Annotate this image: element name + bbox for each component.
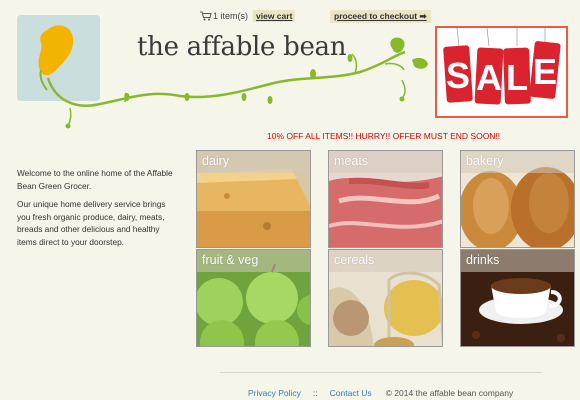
category-label: bakery: [461, 151, 574, 173]
category-label: drinks: [461, 250, 574, 272]
sale-banner[interactable]: S A L E: [435, 26, 568, 118]
footer: Privacy Policy :: Contact Us © 2014 the …: [248, 388, 513, 398]
category-dairy[interactable]: dairy: [196, 150, 311, 248]
proceed-to-checkout-link[interactable]: proceed to checkout ➡: [330, 10, 431, 23]
privacy-policy-link[interactable]: Privacy Policy: [248, 388, 301, 398]
site-title: the affable bean: [137, 32, 347, 62]
category-bakery[interactable]: bakery: [460, 150, 575, 248]
bean-logo-icon: [38, 25, 74, 91]
sale-letter: A: [476, 57, 502, 98]
category-label: dairy: [197, 151, 310, 173]
category-label: fruit & veg: [197, 250, 310, 272]
category-meats[interactable]: meats: [328, 150, 443, 248]
category-label: cereals: [329, 250, 442, 272]
sale-letter: E: [533, 51, 557, 92]
logo[interactable]: [17, 15, 100, 101]
cart-icon: [200, 11, 212, 21]
category-fruit-veg[interactable]: fruit & veg: [196, 249, 311, 347]
welcome-paragraph: Welcome to the online home of the Affabl…: [17, 168, 173, 191]
category-drinks[interactable]: drinks: [460, 249, 575, 347]
contact-us-link[interactable]: Contact Us: [330, 388, 372, 398]
sale-letter: S: [446, 55, 470, 96]
welcome-text: Welcome to the online home of the Affabl…: [17, 167, 177, 248]
cart-count: 1 item(s): [213, 11, 249, 21]
category-cereals[interactable]: cereals: [328, 249, 443, 347]
footer-divider: [220, 372, 542, 373]
sale-letter: L: [506, 57, 528, 98]
welcome-paragraph: Our unique home delivery service brings …: [17, 199, 166, 247]
category-grid: dairy meats bakery fruit & veg cereals d…: [196, 150, 576, 348]
promo-text: 10% OFF ALL ITEMS!! HURRY!! OFFER MUST E…: [267, 131, 501, 141]
view-cart-link[interactable]: view cart: [253, 10, 296, 22]
category-label: meats: [329, 151, 442, 173]
copyright-text: © 2014 the affable bean company: [385, 388, 514, 398]
sale-tags-image: S A L E: [443, 27, 561, 105]
cart-widget: 1 item(s) view cart: [200, 10, 296, 22]
footer-separator: ::: [312, 388, 318, 398]
